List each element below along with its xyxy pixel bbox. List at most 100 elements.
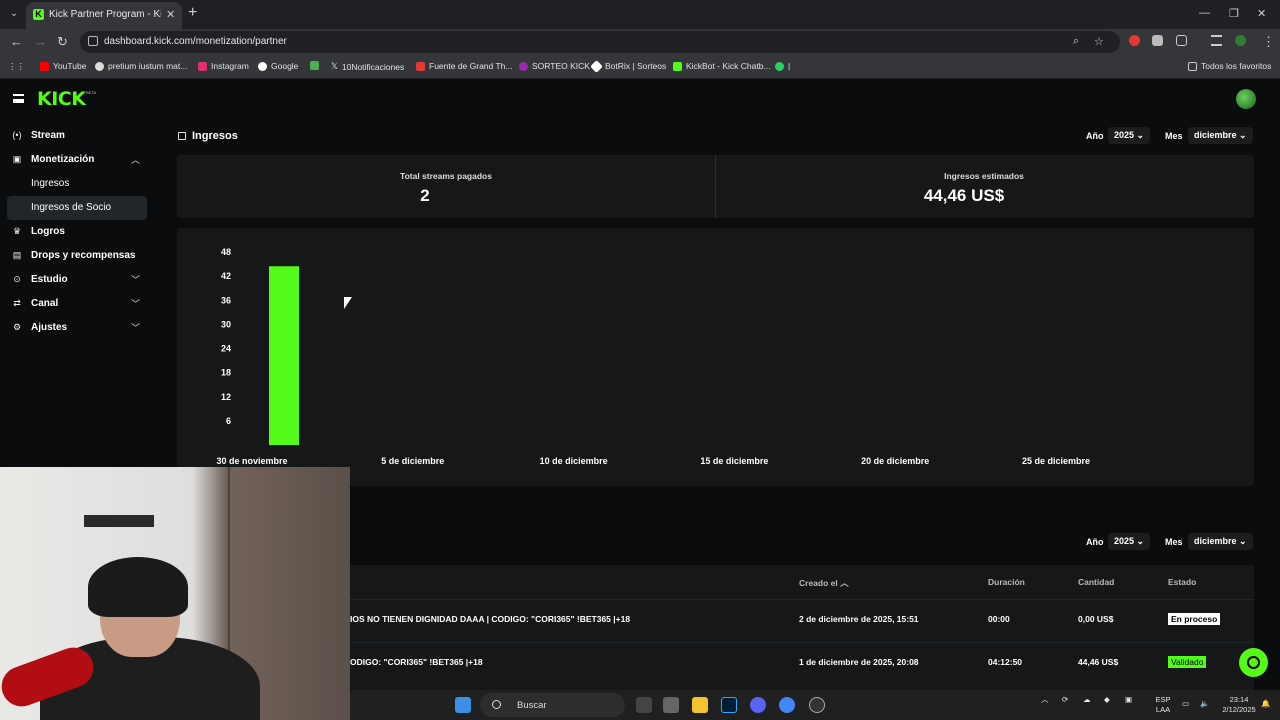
- sidebar-item-label: Drops y recompensas: [31, 250, 136, 261]
- sidebar-item-ingresos-de-socio[interactable]: Ingresos de Socio: [7, 196, 147, 220]
- chevron-up-icon[interactable]: ︿: [131, 153, 140, 166]
- menu-dots-icon[interactable]: ⋮: [1262, 34, 1275, 50]
- table-row[interactable]: ODIGO: "CORI365" !BET365 |+18 1 de dicie…: [350, 642, 1254, 685]
- media-control-icon[interactable]: [1211, 35, 1222, 46]
- url-text[interactable]: dashboard.kick.com/monetization/partner: [104, 36, 287, 47]
- bookmark-botrix[interactable]: BotRix | Sorteos: [590, 59, 666, 73]
- extension-gray-icon[interactable]: [1152, 35, 1163, 46]
- tray-chevron-icon[interactable]: ︿: [1041, 695, 1049, 705]
- search-label: Buscar: [517, 700, 547, 711]
- minimize-icon[interactable]: —: [1199, 7, 1210, 19]
- bookmark-instagram[interactable]: Instagram: [198, 61, 249, 71]
- sidebar-item-monetizacion[interactable]: ▣ Monetización ︿: [0, 148, 160, 172]
- profile-avatar-icon[interactable]: [1235, 35, 1246, 46]
- reload-icon[interactable]: ↻: [57, 34, 68, 50]
- bookmark-youtube[interactable]: YouTube: [40, 61, 86, 71]
- sorteo-icon: [519, 61, 528, 71]
- tray-cloud-icon[interactable]: ☁: [1083, 695, 1091, 705]
- user-avatar[interactable]: [1236, 89, 1256, 109]
- taskbar-search[interactable]: Buscar: [480, 693, 625, 717]
- x-tick-label: 5 de diciembre: [381, 456, 444, 466]
- sidebar-item-stream[interactable]: (•) Stream: [0, 124, 160, 148]
- tab-close-icon[interactable]: ✕: [166, 8, 175, 21]
- address-bar[interactable]: dashboard.kick.com/monetization/partner …: [80, 31, 1120, 53]
- hamburger-menu-icon[interactable]: [13, 94, 24, 103]
- chart-bar[interactable]: [269, 266, 299, 445]
- bookmark-grand-theft[interactable]: Fuente de Grand Th...: [416, 61, 512, 71]
- trophy-icon: ♛: [12, 226, 22, 236]
- sidebar-item-estudio[interactable]: ⊙ Estudio ﹀: [0, 268, 160, 292]
- bookmark-kickbot[interactable]: KickBot - Kick Chatb...: [673, 61, 771, 71]
- tray-security-icon[interactable]: ◆: [1104, 695, 1110, 705]
- month-select-2[interactable]: diciembre ⌄: [1188, 533, 1253, 550]
- bookmark-whatsapp[interactable]: |: [775, 61, 790, 71]
- sidebar-item-ajustes[interactable]: ⚙ Ajustes ﹀: [0, 316, 160, 340]
- created-header[interactable]: Creado el ︿: [799, 577, 849, 589]
- settings-icon: ⚙: [12, 322, 22, 332]
- close-window-icon[interactable]: ✕: [1257, 7, 1266, 20]
- extensions-puzzle-icon[interactable]: [1176, 35, 1187, 46]
- tray-app-icon[interactable]: ▣: [1125, 695, 1132, 705]
- clock[interactable]: 23:14 2/12/2025: [1218, 695, 1260, 715]
- chevron-down-icon[interactable]: ﹀: [131, 273, 140, 286]
- sidebar: (•) Stream ▣ Monetización ︿ Ingresos Ing…: [0, 124, 160, 340]
- duration: 04:12:50: [988, 657, 1023, 667]
- help-chat-button[interactable]: [1239, 648, 1268, 677]
- sidebar-item-label: Ingresos de Socio: [31, 202, 112, 213]
- month-select[interactable]: diciembre ⌄: [1188, 127, 1253, 144]
- bookmark-unnamed[interactable]: [310, 61, 319, 70]
- chrome-icon[interactable]: [779, 697, 795, 713]
- tray-sync-icon[interactable]: ⟳: [1062, 695, 1068, 705]
- sidebar-item-canal[interactable]: ⇄ Canal ﹀: [0, 292, 160, 316]
- folder-icon: [1188, 61, 1197, 71]
- back-icon[interactable]: ←: [10, 34, 23, 49]
- bookmarks-bar: ⋮⋮ YouTube pretium iustum mat... Instagr…: [0, 55, 1280, 79]
- browser-tab[interactable]: K Kick Partner Program - Kick Da ✕: [26, 2, 182, 29]
- site-info-icon[interactable]: [88, 36, 98, 46]
- sidebar-item-label: Monetización: [31, 154, 95, 165]
- bookmark-pretium[interactable]: pretium iustum mat...: [95, 61, 187, 71]
- chevron-down-icon[interactable]: ﹀: [131, 297, 140, 310]
- year-select-2[interactable]: 2025 ⌄: [1108, 533, 1151, 550]
- windows-start-icon[interactable]: [455, 697, 471, 713]
- sidebar-item-label: Estudio: [31, 274, 68, 285]
- chevron-down-icon: ⌄: [1239, 536, 1247, 546]
- sidebar-item-drops[interactable]: ▤ Drops y recompensas: [0, 244, 160, 268]
- app-icon-2[interactable]: [809, 697, 825, 713]
- bookmark-star-icon[interactable]: ☆: [1094, 35, 1104, 48]
- lang-code: ESP: [1155, 695, 1171, 704]
- kick-favicon-icon: K: [33, 9, 44, 20]
- bookmark-google[interactable]: Google: [258, 61, 298, 71]
- browser-toolbar: ← → ↻ dashboard.kick.com/monetization/pa…: [0, 29, 1280, 55]
- chevron-down-icon[interactable]: ﹀: [131, 321, 140, 334]
- webcam-overlay: [0, 467, 350, 720]
- all-favorites-button[interactable]: Todos los favoritos: [1188, 61, 1271, 71]
- forward-icon[interactable]: →: [34, 34, 47, 49]
- extension-red-icon[interactable]: [1129, 35, 1140, 46]
- volume-icon[interactable]: 🔈: [1200, 699, 1209, 709]
- tab-list-icon[interactable]: ⌄: [6, 6, 22, 22]
- file-explorer-icon[interactable]: [692, 697, 708, 713]
- zoom-icon[interactable]: ⌕: [1073, 35, 1079, 48]
- bookmark-10notificaciones[interactable]: 𝕏 10Notificaciones: [331, 61, 404, 72]
- task-view-icon[interactable]: [636, 697, 652, 713]
- notifications-icon[interactable]: 🔔: [1261, 699, 1270, 709]
- discord-icon[interactable]: [750, 697, 766, 713]
- bookmark-sorteo-kick[interactable]: SORTEO KICK: [519, 61, 590, 71]
- table-row[interactable]: IOS NO TIENEN DIGNIDAD DAAA | CODIGO: "C…: [350, 599, 1254, 642]
- stream-icon: (•): [12, 130, 22, 140]
- sidebar-item-logros[interactable]: ♛ Logros: [0, 220, 160, 244]
- restore-icon[interactable]: ❐: [1229, 7, 1239, 20]
- bookmark-label: Instagram: [211, 61, 249, 71]
- app-icon[interactable]: [663, 697, 679, 713]
- network-icon[interactable]: ▭: [1182, 699, 1189, 709]
- language-indicator[interactable]: ESP LAA: [1151, 695, 1175, 715]
- kick-logo[interactable]: KICK: [37, 88, 86, 110]
- wall-rail: [84, 515, 154, 527]
- sidebar-item-ingresos[interactable]: Ingresos: [0, 172, 160, 196]
- amount: 0,00 US$: [1078, 614, 1114, 624]
- new-tab-button[interactable]: +: [188, 5, 197, 21]
- year-select[interactable]: 2025 ⌄: [1108, 127, 1151, 144]
- apps-grid-icon[interactable]: ⋮⋮: [8, 61, 25, 72]
- photoshop-icon[interactable]: [721, 697, 737, 713]
